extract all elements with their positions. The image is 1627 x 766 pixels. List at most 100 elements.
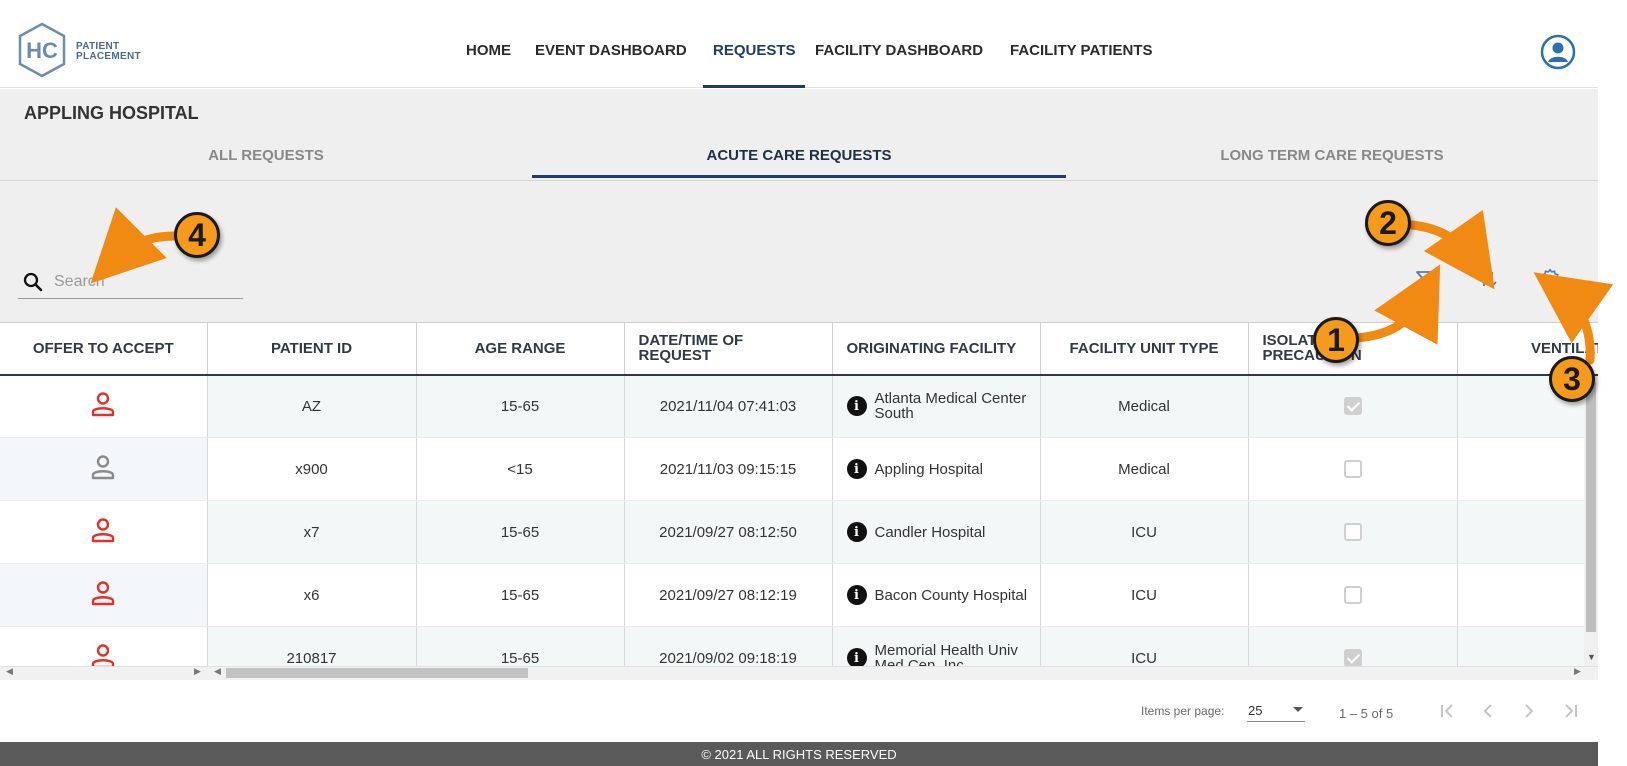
vertical-scrollbar-thumb[interactable] bbox=[1586, 382, 1596, 632]
isolation-checkbox[interactable] bbox=[1343, 586, 1362, 605]
facility-name: Bacon County Hospital bbox=[874, 586, 1028, 604]
nav-facility-dashboard[interactable]: FACILITY DASHBOARD bbox=[815, 42, 983, 59]
table-header-row: OFFER TO ACCEPT PATIENT ID AGE RANGE DAT… bbox=[0, 322, 1598, 376]
col-header-offer-to-accept[interactable]: OFFER TO ACCEPT bbox=[0, 322, 208, 376]
scroll-right-icon[interactable]: ▶ bbox=[1574, 666, 1581, 677]
col-header-datetime[interactable]: DATE/TIME OF REQUEST bbox=[624, 322, 833, 376]
tab-all-requests[interactable]: ALL REQUESTS bbox=[0, 131, 532, 180]
offer-to-accept-cell[interactable] bbox=[0, 500, 208, 564]
paginator: Items per page: 25 1 – 5 of 5 bbox=[0, 680, 1598, 742]
callout-badge-2: 2 bbox=[1365, 200, 1411, 246]
search-icon bbox=[23, 272, 43, 292]
nav-event-dashboard[interactable]: EVENT DASHBOARD bbox=[535, 42, 687, 59]
request-tabs: ALL REQUESTS ACUTE CARE REQUESTS LONG TE… bbox=[0, 131, 1598, 181]
person-icon[interactable] bbox=[89, 642, 117, 667]
datetime-cell: 2021/09/27 08:12:50 bbox=[624, 500, 833, 564]
first-page-icon bbox=[1441, 704, 1453, 718]
tab-long-term-care-requests[interactable]: LONG TERM CARE REQUESTS bbox=[1066, 131, 1598, 180]
page-range-label: 1 – 5 of 5 bbox=[1339, 706, 1394, 721]
chevron-down-icon bbox=[1293, 707, 1303, 712]
first-page-button[interactable] bbox=[1433, 696, 1461, 726]
info-icon[interactable]: i bbox=[846, 396, 867, 417]
col-header-age-range[interactable]: AGE RANGE bbox=[416, 322, 625, 376]
ventilator-cell bbox=[1457, 500, 1598, 564]
unit-type-cell: ICU bbox=[1040, 626, 1249, 667]
offer-to-accept-cell[interactable] bbox=[0, 563, 208, 627]
scroll-right-icon[interactable]: ▶ bbox=[194, 666, 201, 677]
tab-active-indicator bbox=[532, 175, 1066, 178]
offer-to-accept-cell[interactable] bbox=[0, 626, 208, 667]
originating-facility-cell: i Candler Hospital bbox=[832, 500, 1041, 564]
nav-requests[interactable]: REQUESTS bbox=[713, 42, 796, 59]
previous-page-button[interactable] bbox=[1474, 696, 1502, 726]
unit-type-cell: Medical bbox=[1040, 437, 1249, 501]
callout-badge-1: 1 bbox=[1313, 317, 1359, 363]
chevron-right-icon bbox=[1525, 704, 1534, 718]
settings-button[interactable] bbox=[1536, 265, 1564, 293]
person-icon[interactable] bbox=[89, 516, 117, 544]
table-row[interactable]: x7 15-65 2021/09/27 08:12:50 i Candler Hospi… bbox=[0, 500, 1598, 564]
requests-table-viewport[interactable]: OFFER TO ACCEPT PATIENT ID AGE RANGE DAT… bbox=[0, 322, 1598, 667]
col-header-patient-id[interactable]: PATIENT ID bbox=[207, 322, 417, 376]
datetime-cell: 2021/09/02 09:18:19 bbox=[624, 626, 833, 667]
isolation-checkbox[interactable] bbox=[1343, 397, 1362, 416]
datetime-cell: 2021/11/04 07:41:03 bbox=[624, 374, 833, 438]
isolation-precaution-cell bbox=[1248, 626, 1458, 667]
sort-button[interactable] bbox=[1474, 265, 1502, 293]
isolation-checkbox[interactable] bbox=[1343, 649, 1362, 667]
facility-name: Candler Hospital bbox=[874, 523, 986, 541]
next-page-button[interactable] bbox=[1515, 696, 1543, 726]
nav-facility-patients[interactable]: FACILITY PATIENTS bbox=[1010, 42, 1153, 59]
filter-button[interactable] bbox=[1411, 265, 1439, 293]
col-header-facility-unit-type[interactable]: FACILITY UNIT TYPE bbox=[1040, 322, 1249, 376]
originating-facility-cell: i Bacon County Hospital bbox=[832, 563, 1041, 627]
isolation-checkbox[interactable] bbox=[1343, 523, 1362, 542]
facility-name: Memorial Health Univ Med Cen, Inc bbox=[874, 642, 1018, 667]
ventilator-cell: No bbox=[1457, 437, 1598, 501]
copyright-text: © 2021 ALL RIGHTS RESERVED bbox=[701, 746, 897, 762]
offer-to-accept-cell[interactable] bbox=[0, 437, 208, 501]
info-icon[interactable]: i bbox=[846, 585, 867, 605]
isolation-checkbox[interactable] bbox=[1343, 460, 1362, 479]
scroll-left-icon[interactable]: ◀ bbox=[214, 666, 221, 677]
patient-id-cell: 210817 bbox=[207, 626, 417, 667]
nav-home[interactable]: HOME bbox=[466, 42, 511, 59]
requests-table: OFFER TO ACCEPT PATIENT ID AGE RANGE DAT… bbox=[0, 322, 1598, 667]
table-row[interactable]: 210817 15-65 2021/09/02 09:18:19 i Memorial … bbox=[0, 626, 1598, 667]
search-input[interactable] bbox=[54, 271, 239, 293]
search-field[interactable] bbox=[18, 265, 243, 299]
scroll-down-icon[interactable]: ▼ bbox=[1587, 652, 1596, 662]
facility-name: Atlanta Medical Center South bbox=[874, 390, 1027, 423]
tab-acute-care-requests[interactable]: ACUTE CARE REQUESTS bbox=[532, 131, 1066, 180]
table-row[interactable]: AZ 15-65 2021/11/04 07:41:03 i Atlanta Medic… bbox=[0, 374, 1598, 438]
patient-id-cell: AZ bbox=[207, 374, 417, 438]
footer: © 2021 ALL RIGHTS RESERVED bbox=[0, 742, 1598, 766]
patient-id-cell: x6 bbox=[207, 563, 417, 627]
info-icon[interactable]: i bbox=[846, 459, 867, 479]
originating-facility-cell: i Appling Hospital bbox=[832, 437, 1041, 501]
info-icon[interactable]: i bbox=[846, 522, 867, 542]
page-title: APPLING HOSPITAL bbox=[24, 103, 199, 123]
account-circle-icon[interactable] bbox=[1540, 34, 1576, 70]
person-icon[interactable] bbox=[89, 453, 117, 481]
age-range-cell: 15-65 bbox=[416, 563, 625, 627]
person-icon[interactable] bbox=[89, 390, 117, 418]
table-row[interactable]: x900 <15 2021/11/03 09:15:15 i Appling Hospi… bbox=[0, 437, 1598, 501]
patient-id-cell: x7 bbox=[207, 500, 417, 564]
age-range-cell: 15-65 bbox=[416, 500, 625, 564]
horizontal-scrollbar-thumb[interactable] bbox=[226, 668, 528, 678]
info-icon[interactable]: i bbox=[846, 648, 867, 667]
top-header: HC PATIENT PLACEMENT HOME EVENT DASHBOAR… bbox=[0, 0, 1598, 88]
callout-badge-4: 4 bbox=[174, 212, 220, 258]
table-row[interactable]: x6 15-65 2021/09/27 08:12:19 i Bacon County … bbox=[0, 563, 1598, 627]
scroll-left-icon[interactable]: ◀ bbox=[6, 666, 13, 677]
isolation-precaution-cell bbox=[1248, 563, 1458, 627]
last-page-icon bbox=[1565, 704, 1577, 718]
items-per-page-select[interactable]: 25 bbox=[1247, 698, 1305, 722]
col-header-originating-facility[interactable]: ORIGINATING FACILITY bbox=[832, 322, 1041, 376]
offer-to-accept-cell[interactable] bbox=[0, 374, 208, 438]
facility-name: Appling Hospital bbox=[874, 460, 983, 478]
person-icon[interactable] bbox=[89, 579, 117, 607]
last-page-button[interactable] bbox=[1557, 696, 1585, 726]
chevron-left-icon bbox=[1483, 704, 1492, 718]
